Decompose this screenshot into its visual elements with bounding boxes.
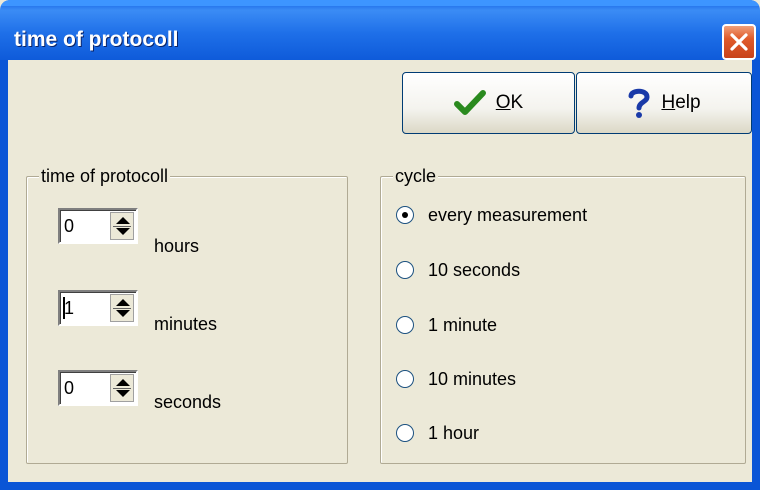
group-legend: time of protocoll [39, 164, 171, 188]
radio-label[interactable]: 1 hour [428, 421, 479, 445]
radio-label[interactable]: 1 minute [428, 313, 497, 337]
question-mark-icon [627, 87, 651, 119]
radio-10-seconds[interactable]: 10 seconds [396, 257, 520, 283]
hours-label: hours [154, 236, 200, 256]
ok-label: OK [495, 92, 524, 113]
seconds-label: seconds [154, 392, 222, 412]
window-title: time of protocoll [14, 28, 179, 51]
spin-down-icon[interactable] [116, 310, 130, 317]
window-frame-left [0, 60, 8, 490]
spin-up-icon[interactable] [116, 217, 130, 224]
seconds-spinner[interactable]: 0 [58, 370, 138, 406]
window-frame-bottom [0, 482, 760, 490]
minutes-spin-arrows[interactable] [110, 294, 134, 322]
radio-every-measurement[interactable]: every measurement [396, 202, 587, 228]
help-label: Help [661, 92, 701, 113]
seconds-value[interactable]: 0 [64, 375, 74, 401]
hours-value[interactable]: 0 [64, 213, 74, 239]
spin-down-icon[interactable] [116, 390, 130, 397]
minutes-label: minutes [154, 314, 218, 334]
hours-spin-arrows[interactable] [110, 212, 134, 240]
radio-button[interactable] [396, 316, 414, 334]
spin-up-icon[interactable] [116, 379, 130, 386]
close-icon [730, 33, 748, 51]
hours-spinner[interactable]: 0 [58, 208, 138, 244]
minutes-value[interactable]: 1 [64, 295, 74, 321]
checkmark-icon [453, 89, 486, 117]
seconds-spin-arrows[interactable] [110, 374, 134, 402]
dialog-window: time of protocoll OK Help time of protoc… [0, 0, 760, 490]
radio-button[interactable] [396, 424, 414, 442]
ok-button[interactable]: OK [402, 72, 575, 134]
spin-up-icon[interactable] [116, 299, 130, 306]
radio-10-minutes[interactable]: 10 minutes [396, 366, 516, 392]
close-button[interactable] [722, 24, 756, 60]
radio-label[interactable]: 10 seconds [428, 258, 520, 282]
minutes-spinner[interactable]: 1 [58, 290, 138, 326]
title-bar-highlight [0, 0, 760, 6]
radio-1-hour[interactable]: 1 hour [396, 420, 479, 446]
radio-selected-dot [402, 212, 408, 218]
group-legend: cycle [393, 164, 439, 188]
spin-down-icon[interactable] [116, 228, 130, 235]
radio-label[interactable]: 10 minutes [428, 367, 516, 391]
radio-button[interactable] [396, 206, 414, 224]
window-frame-right [752, 60, 760, 490]
radio-button[interactable] [396, 370, 414, 388]
radio-1-minute[interactable]: 1 minute [396, 312, 497, 338]
radio-button[interactable] [396, 261, 414, 279]
help-button[interactable]: Help [576, 72, 752, 134]
radio-label[interactable]: every measurement [428, 203, 587, 227]
